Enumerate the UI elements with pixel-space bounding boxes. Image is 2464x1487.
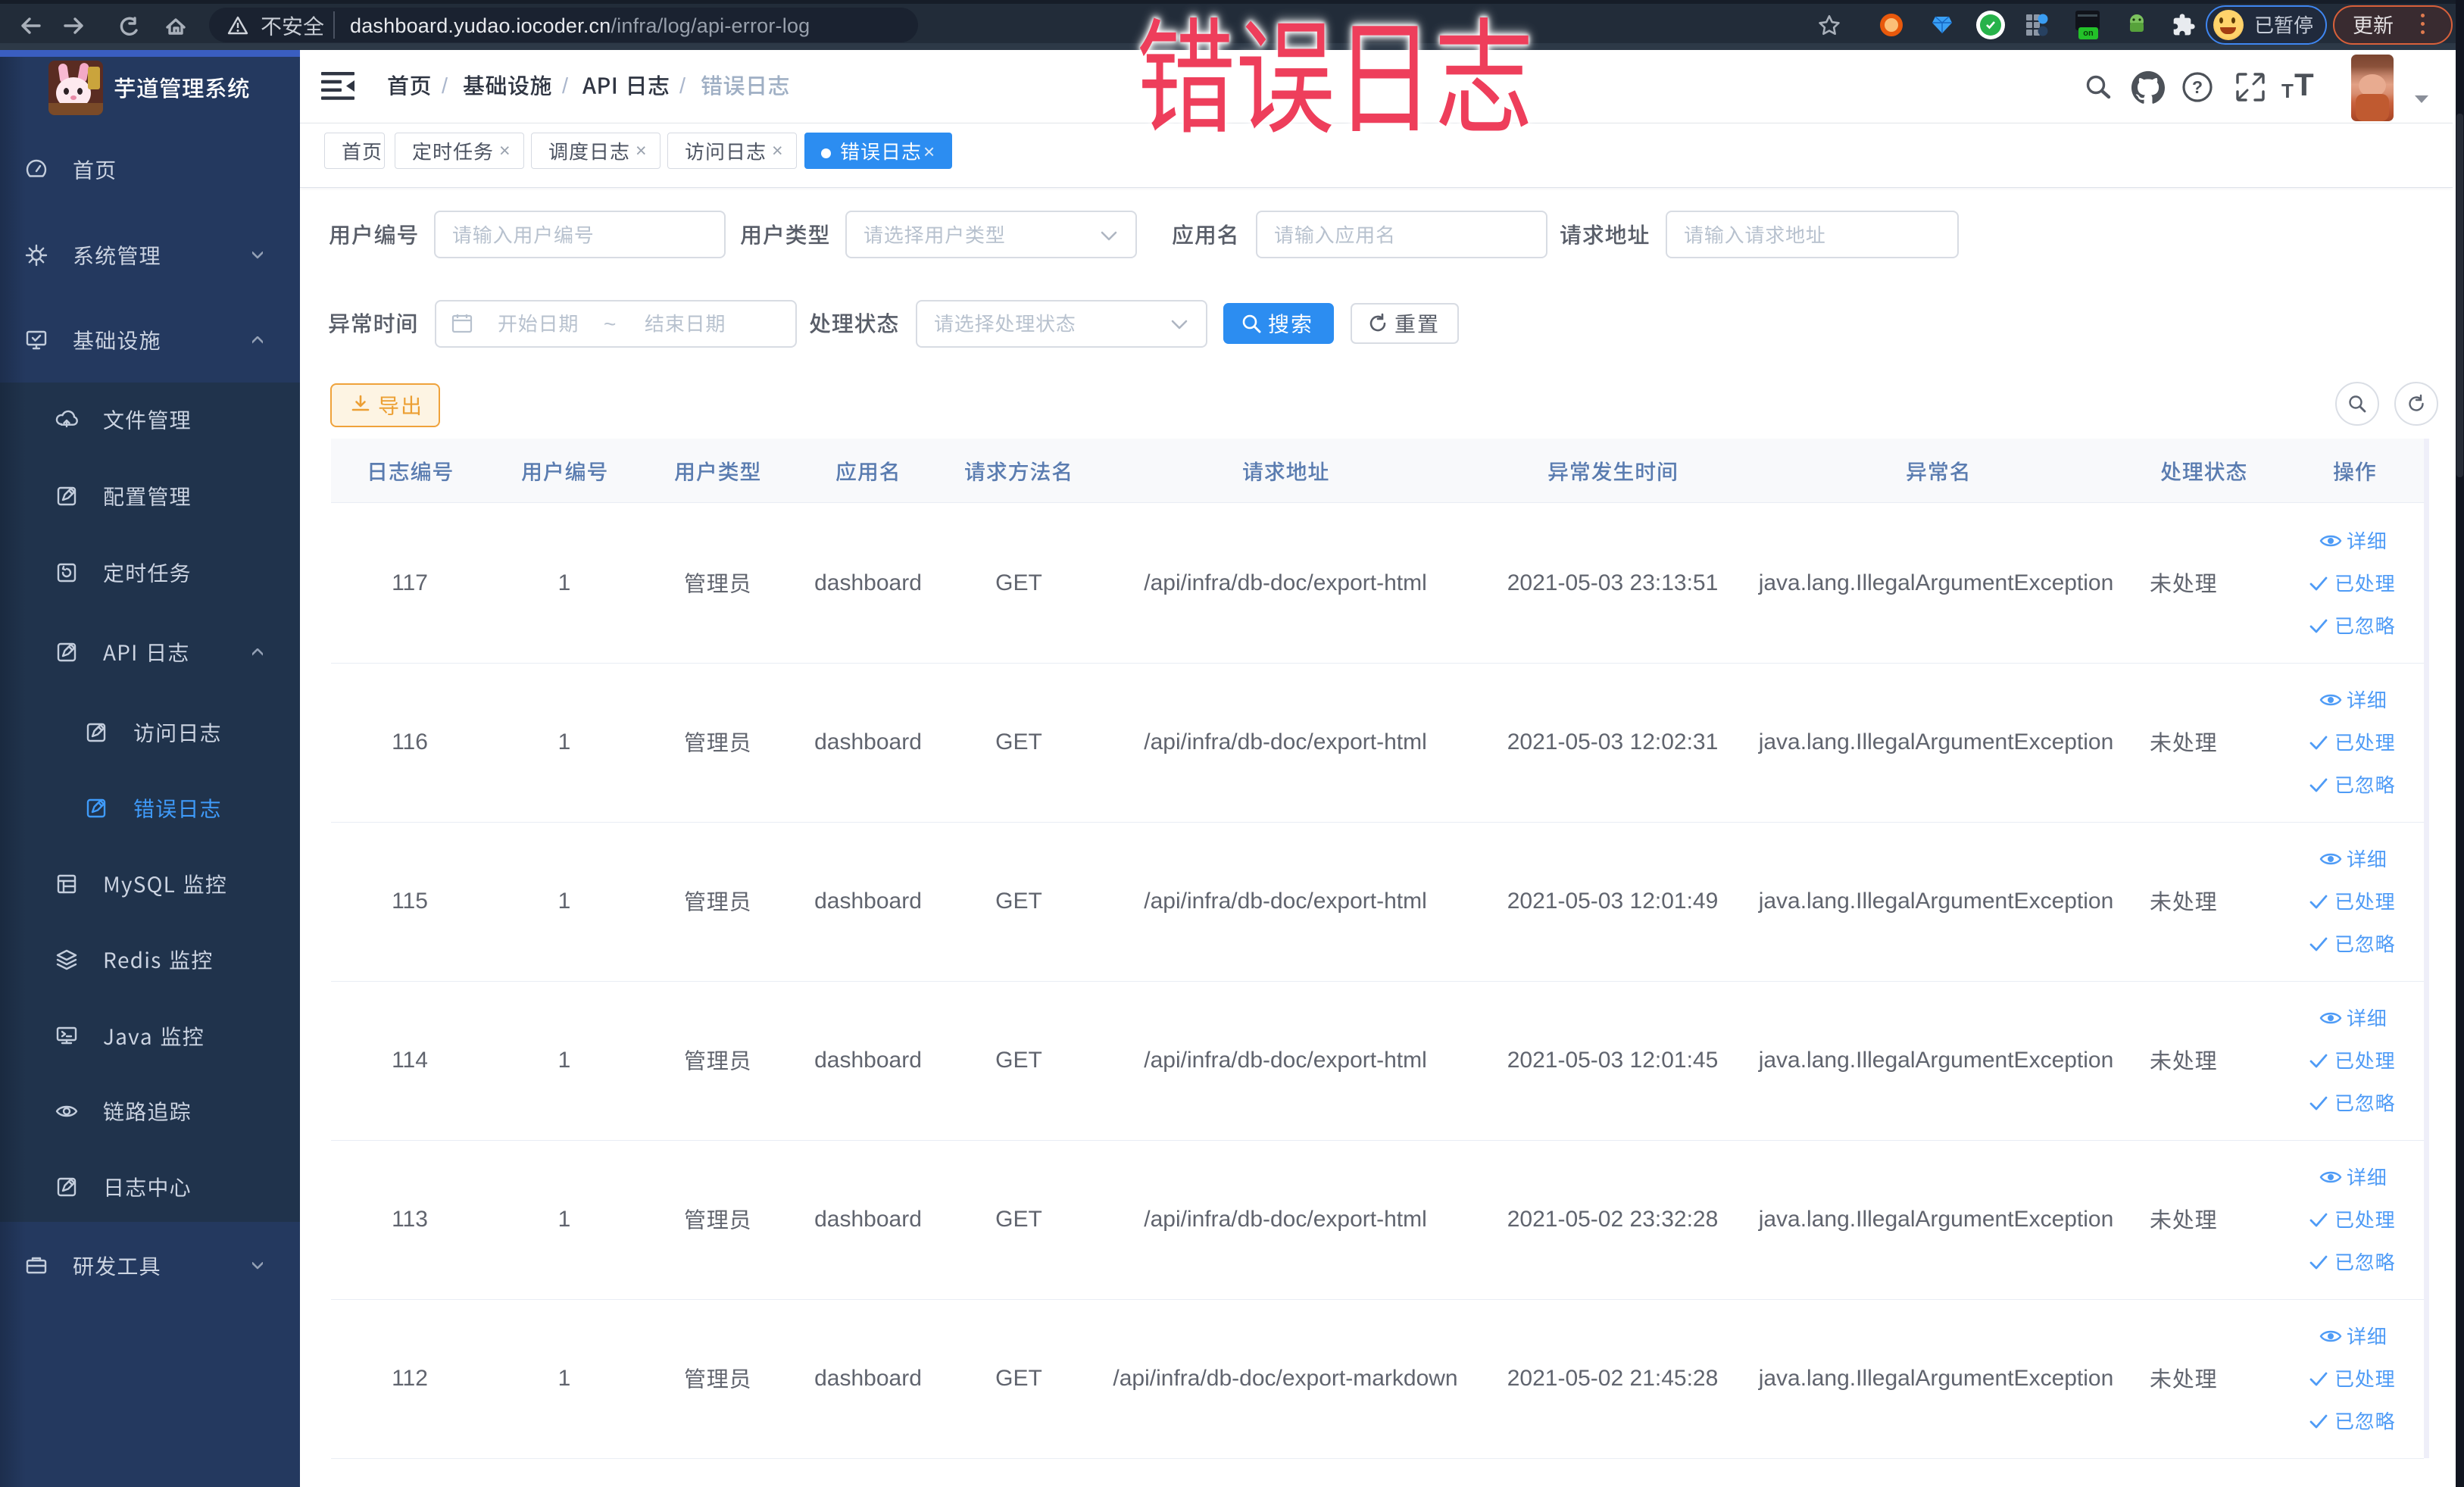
svg-text:?: ? [2192,77,2203,97]
